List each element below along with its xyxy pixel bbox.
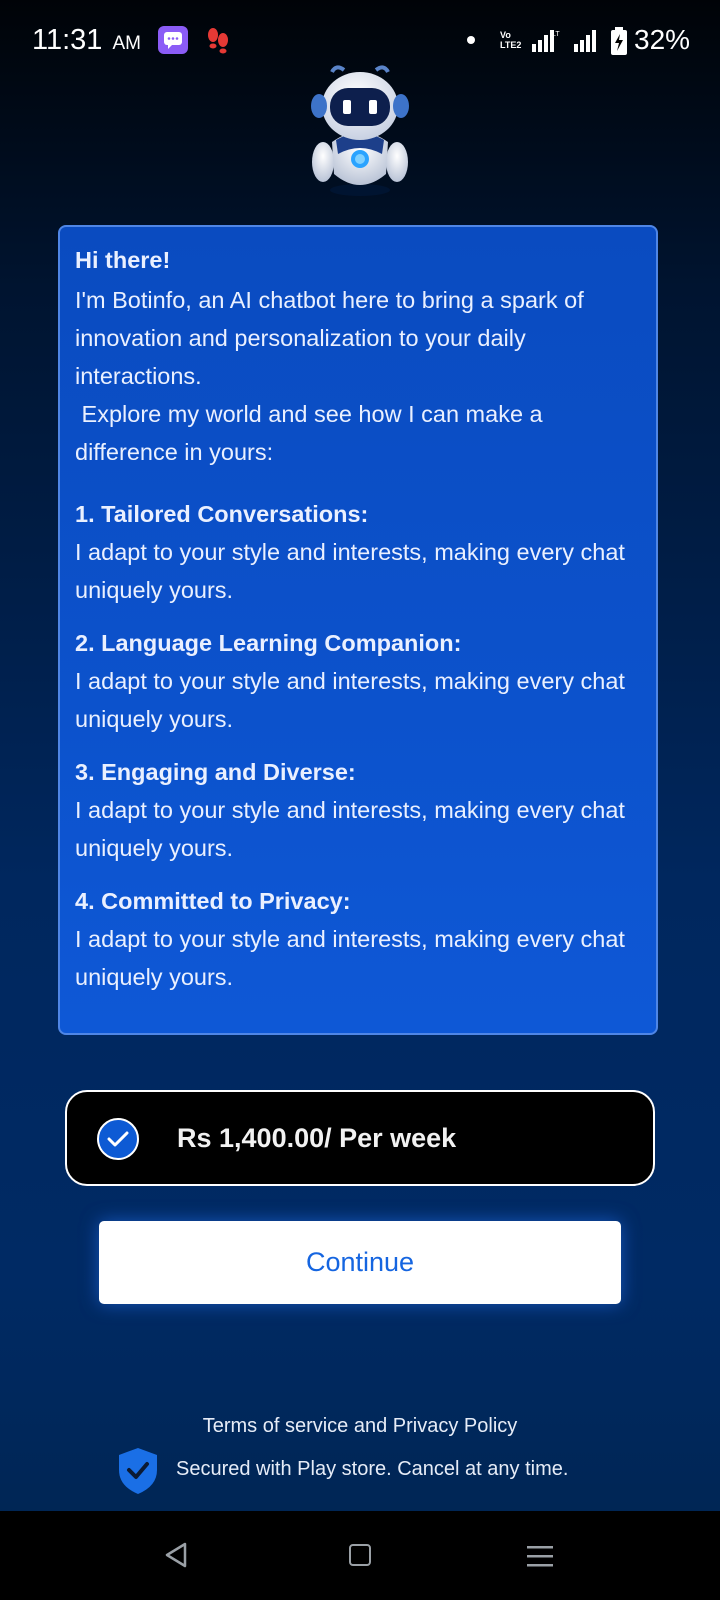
feature-description: I adapt to your style and interests, mak… (75, 668, 625, 732)
status-time: 11:31 AM (32, 24, 141, 57)
time-text: 11:31 (32, 24, 103, 56)
selected-check-icon (97, 1118, 139, 1160)
shield-check-icon (116, 1446, 160, 1496)
feature-description: I adapt to your style and interests, mak… (75, 797, 625, 861)
intro-card: Hi there! I'm Botinfo, an AI chatbot her… (58, 225, 658, 1035)
ampm-text: AM (112, 33, 141, 54)
secure-text: Secured with Play store. Cancel at any t… (176, 1458, 569, 1480)
battery-icon (610, 27, 628, 55)
volte-icon: Vo LTE2 (500, 30, 522, 50)
intro-paragraph-2: Explore my world and see how I can make … (75, 401, 550, 465)
continue-button[interactable]: Continue (99, 1221, 621, 1304)
feature-description: I adapt to your style and interests, mak… (75, 539, 625, 603)
feature-list: 1. Tailored Conversations: I adapt to yo… (75, 495, 642, 996)
intro-paragraph: I'm Botinfo, an AI chatbot here to bring… (75, 287, 584, 389)
robot-mascot-image (306, 62, 414, 198)
feature-title: 3. Engaging and Diverse: (75, 759, 356, 785)
feature-title: 1. Tailored Conversations: (75, 501, 369, 527)
feature-description: I adapt to your style and interests, mak… (75, 926, 625, 990)
feature-item: 2. Language Learning Companion: I adapt … (75, 624, 642, 738)
terms-privacy-link[interactable]: Terms of service and Privacy Policy (0, 1415, 720, 1438)
chat-notification-icon (158, 26, 188, 54)
feature-item: 4. Committed to Privacy: I adapt to your… (75, 882, 642, 996)
back-icon[interactable] (163, 1541, 189, 1569)
battery-percent: 32% (634, 24, 691, 55)
system-navigation-bar (0, 1511, 720, 1600)
feature-item: 1. Tailored Conversations: I adapt to yo… (75, 495, 642, 609)
notification-dot-icon (467, 36, 475, 44)
footsteps-icon (206, 26, 230, 56)
greeting-heading: Hi there! (75, 247, 171, 273)
signal-icon: LTE (532, 28, 565, 52)
home-icon[interactable] (349, 1544, 371, 1566)
feature-title: 4. Committed to Privacy: (75, 888, 351, 914)
weekly-plan-option[interactable]: Rs 1,400.00/ Per week (65, 1090, 655, 1186)
svg-text:LTE: LTE (552, 31, 560, 38)
plan-price: Rs 1,400.00/ Per week (177, 1123, 457, 1153)
feature-title: 2. Language Learning Companion: (75, 630, 462, 656)
feature-item: 3. Engaging and Diverse: I adapt to your… (75, 753, 642, 867)
recent-apps-icon[interactable] (527, 1544, 553, 1568)
signal-icon-2 (574, 28, 600, 52)
